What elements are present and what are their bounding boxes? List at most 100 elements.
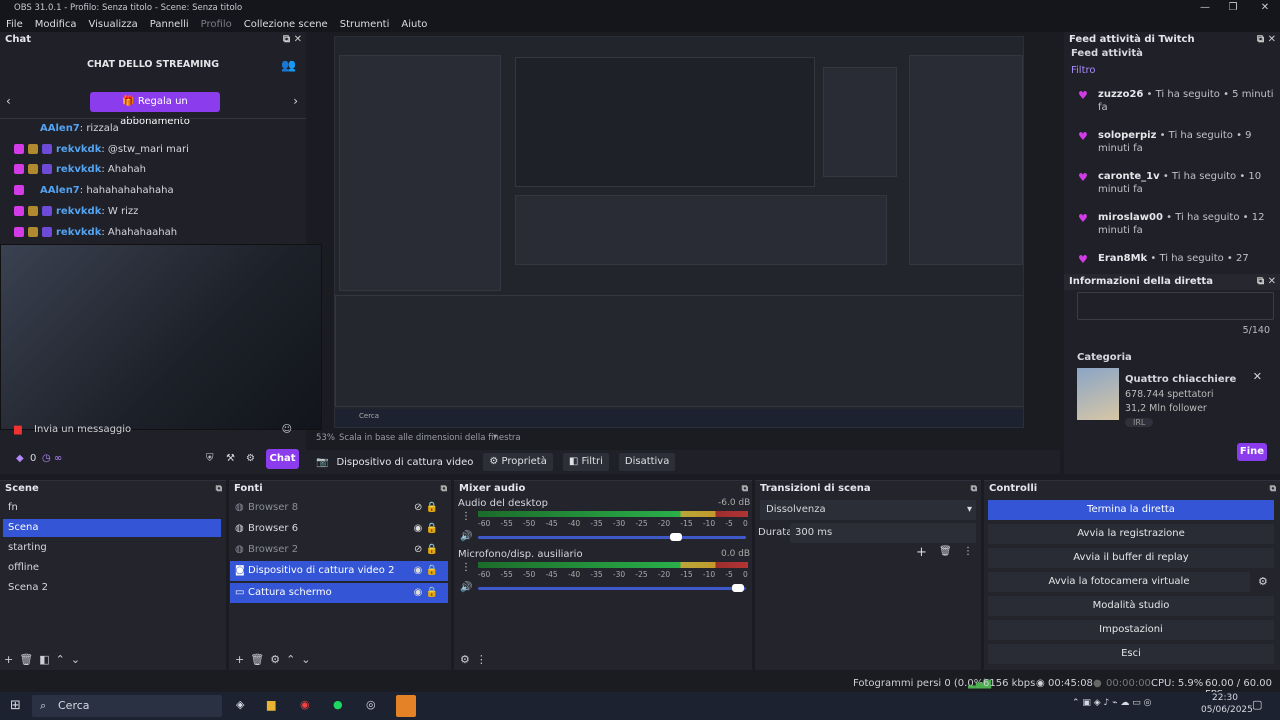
mod-icon[interactable]: ⚒ <box>226 453 235 464</box>
menu-collezione-scene[interactable]: Collezione scene <box>244 19 328 30</box>
feed-user[interactable]: soloperpiz <box>1098 130 1156 141</box>
menu-dots-icon[interactable]: ⋮ <box>461 511 471 522</box>
sources-toolbar[interactable]: +🗑⚙⌃⌄ <box>235 653 317 666</box>
menu-dots-icon[interactable]: ⋮ <box>476 653 493 666</box>
source-item-selected[interactable]: ▭ Cattura schermo ◉ 🔒 <box>230 583 448 603</box>
gift-sub-button[interactable]: 🎁 Regala un abbonamento <box>90 92 220 127</box>
chevron-left-icon[interactable]: ‹ <box>6 94 11 108</box>
users-icon[interactable]: 👥 <box>281 58 296 72</box>
transition-select[interactable]: Dissolvenza ▾ <box>760 500 976 520</box>
source-item[interactable]: ◍ Browser 6 ◉ 🔒 <box>230 519 448 539</box>
trash-icon[interactable]: 🗑 <box>250 653 270 666</box>
trash-icon[interactable]: 🗑 <box>19 653 39 666</box>
desktop-audio-slider[interactable] <box>478 533 746 541</box>
category-tag[interactable]: IRL <box>1125 418 1154 427</box>
settings-button[interactable]: Impostazioni <box>988 620 1274 640</box>
deactivate-button[interactable]: Disattiva <box>618 453 676 471</box>
replay-buffer-button[interactable]: Avvia il buffer di replay <box>988 548 1274 568</box>
points-icon[interactable]: ◆ <box>16 453 24 464</box>
menu-profilo[interactable]: Profilo <box>201 19 232 30</box>
studio-mode-button[interactable]: Modalità studio <box>988 596 1274 616</box>
emote-icon[interactable]: ☺ <box>282 420 292 440</box>
chat-input[interactable]: ▆ Invia un messaggio ☺ <box>8 420 298 440</box>
dock-float-icon[interactable]: ⧉ <box>216 481 222 497</box>
exit-button[interactable]: Esci <box>988 644 1274 664</box>
speaker-icon[interactable]: 🔊 <box>460 582 472 593</box>
source-item[interactable]: ◍ Browser 2 ⊘ 🔒 <box>230 540 448 560</box>
speaker-icon[interactable]: 🔊 <box>460 531 472 542</box>
menu-dots-icon[interactable]: ⋮ <box>461 562 471 573</box>
dock-float-icon[interactable]: ⧉ ✕ <box>1257 32 1276 48</box>
minimize-icon[interactable]: — <box>1190 0 1220 16</box>
visibility-lock-icons[interactable]: ◉ 🔒 <box>414 519 438 539</box>
feed-user[interactable]: caronte_1v <box>1098 171 1160 182</box>
chevron-down-icon[interactable]: ▾ <box>493 432 497 442</box>
menu-modifica[interactable]: Modifica <box>35 19 77 30</box>
notification-icon[interactable]: ▢ <box>1252 698 1262 711</box>
scene-item[interactable]: offline <box>3 559 221 577</box>
scenes-toolbar[interactable]: +🗑◧⌃⌄ <box>4 653 86 666</box>
gear-icon[interactable]: ⚙ <box>460 653 476 666</box>
visibility-lock-icons[interactable]: ◉ 🔒 <box>414 561 438 581</box>
scene-item[interactable]: Scena 2 <box>3 579 221 597</box>
scene-item[interactable]: starting <box>3 539 221 557</box>
gear-icon[interactable]: ⚙ <box>1258 575 1268 588</box>
filter-link[interactable]: Filtro <box>1071 65 1096 76</box>
visibility-lock-icons[interactable]: ⊘ 🔒 <box>414 498 438 518</box>
tray-icons[interactable]: ⌃ ▣ ◈ ♪ ⌁ ☁ ▭ ◎ <box>1072 698 1152 708</box>
menu-dots-icon[interactable]: ⋮ <box>963 546 973 557</box>
source-item-selected[interactable]: ◙ Dispositivo di cattura video 2 ◉ 🔒 <box>230 561 448 581</box>
add-icon[interactable]: + <box>4 653 19 666</box>
dock-float-icon[interactable]: ⧉ <box>1270 481 1276 497</box>
gear-icon[interactable]: ⚙ <box>246 453 255 464</box>
properties-button[interactable]: ⚙ Proprietà <box>483 453 553 471</box>
dock-float-icon[interactable]: ⧉ <box>971 481 977 497</box>
scene-item-selected[interactable]: Scena <box>3 519 221 537</box>
dock-float-icon[interactable]: ⧉ <box>742 481 748 497</box>
dock-float-icon[interactable]: ⧉ <box>441 481 447 497</box>
shield-icon[interactable]: ⛨ <box>206 453 214 464</box>
menu-visualizza[interactable]: Visualizza <box>89 19 138 30</box>
chat-user[interactable]: rekvkdk <box>56 144 101 155</box>
spotify-icon[interactable]: ● <box>333 698 343 711</box>
feed-user[interactable]: Eran8Mk <box>1098 253 1147 264</box>
taskbar-search[interactable]: ⌕ Cerca <box>32 695 222 717</box>
menu-file[interactable]: File <box>6 19 23 30</box>
filters-button[interactable]: ◧ Filtri <box>562 453 609 471</box>
menu-aiuto[interactable]: Aiuto <box>401 19 427 30</box>
chat-user[interactable]: AAlen7 <box>40 123 80 134</box>
mic-audio-slider[interactable] <box>478 584 746 592</box>
menu-pannelli[interactable]: Pannelli <box>150 19 189 30</box>
arrow-down-icon[interactable]: ⌄ <box>71 653 86 666</box>
dock-float-icon[interactable]: ⧉ ✕ <box>1257 274 1276 290</box>
arrow-up-icon[interactable]: ⌃ <box>56 653 71 666</box>
chevron-right-icon[interactable]: › <box>293 94 298 108</box>
app-icon[interactable]: ◈ <box>236 698 244 711</box>
remove-category-icon[interactable]: ✕ <box>1253 370 1262 383</box>
app-active-icon[interactable] <box>396 695 416 717</box>
duration-input[interactable]: 300 ms <box>790 523 976 543</box>
close-icon[interactable]: ✕ <box>1250 0 1280 16</box>
folder-icon[interactable]: ▆ <box>267 698 275 711</box>
scene-item[interactable]: fn <box>3 499 221 517</box>
chat-user[interactable]: rekvkdk <box>56 227 101 238</box>
arrow-down-icon[interactable]: ⌄ <box>301 653 316 666</box>
menu-strumenti[interactable]: Strumenti <box>340 19 390 30</box>
chat-user[interactable]: rekvkdk <box>56 164 101 175</box>
maximize-icon[interactable]: ❐ <box>1218 0 1248 16</box>
feed-user[interactable]: miroslaw00 <box>1098 212 1163 223</box>
title-input[interactable] <box>1077 292 1274 320</box>
chat-user[interactable]: AAlen7 <box>40 185 80 196</box>
dock-float-icon[interactable]: ⧉ ✕ <box>283 32 302 48</box>
chat-send-button[interactable]: Chat <box>266 449 299 469</box>
slider-knob[interactable] <box>731 584 744 592</box>
trash-icon[interactable]: 🗑 <box>939 546 952 557</box>
mixer-toolbar[interactable]: ⚙⋮ <box>460 653 493 666</box>
chat-user[interactable]: rekvkdk <box>56 206 101 217</box>
gear-icon[interactable]: ⚙ <box>270 653 286 666</box>
visibility-lock-icons[interactable]: ◉ 🔒 <box>414 583 438 603</box>
preview-canvas[interactable]: Cerca <box>334 36 1024 428</box>
windows-start-icon[interactable]: ⊞ <box>10 698 21 713</box>
slider-knob[interactable] <box>670 533 683 541</box>
obs-icon[interactable]: ◎ <box>366 698 376 711</box>
